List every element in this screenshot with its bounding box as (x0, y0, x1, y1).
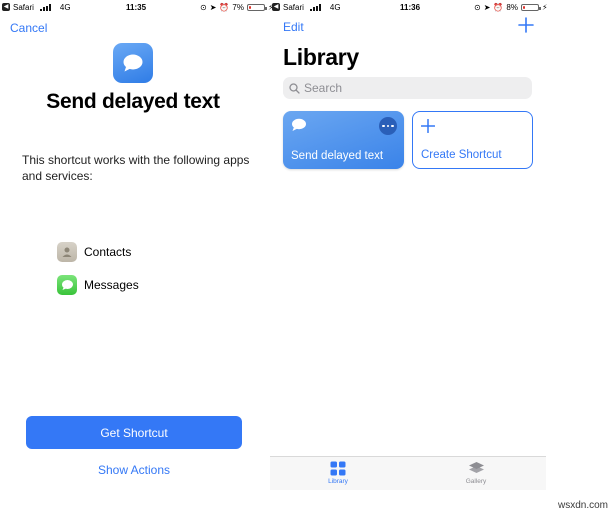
message-bubble-icon (123, 54, 143, 72)
search-icon (289, 82, 300, 94)
watermark: wsxdn.com (557, 500, 608, 511)
service-label: Contacts (84, 245, 132, 259)
status-time: 11:35 (126, 2, 147, 12)
tab-label: Library (328, 478, 348, 485)
alarm-icon: ⏰ (493, 2, 504, 12)
shortcut-card-label: Send delayed text (291, 150, 384, 162)
search-input[interactable]: Search (283, 77, 532, 99)
cancel-button[interactable]: Cancel (10, 21, 47, 35)
add-shortcut-plus-icon[interactable] (518, 17, 534, 33)
battery-percent: 7% (232, 2, 244, 12)
rotation-lock-icon: ⊙ (200, 2, 207, 12)
messages-icon (57, 275, 77, 295)
tab-library[interactable]: Library (308, 461, 368, 485)
shortcut-card-send-delayed-text[interactable]: Send delayed text (283, 111, 404, 169)
message-bubble-icon (292, 118, 306, 131)
signal-icon (39, 3, 51, 11)
tab-gallery[interactable]: Gallery (446, 461, 506, 485)
battery-icon (520, 3, 541, 11)
shortcut-icon (113, 43, 153, 83)
battery-percent: 8% (506, 2, 518, 12)
carrier-label: Safari (13, 2, 34, 12)
get-shortcut-button[interactable]: Get Shortcut (26, 416, 242, 449)
signal-icon (309, 3, 321, 11)
library-grid-icon (330, 461, 346, 476)
search-placeholder: Search (304, 81, 343, 95)
tab-bar: Library Gallery (270, 456, 546, 490)
more-options-button[interactable] (379, 117, 397, 135)
tab-label: Gallery (465, 478, 487, 485)
create-shortcut-card[interactable]: Create Shortcut (412, 111, 533, 169)
location-icon: ➤ (483, 2, 491, 12)
back-to-app-icon[interactable]: ◀ (272, 3, 280, 11)
service-label: Messages (84, 278, 139, 292)
plus-icon (421, 119, 435, 133)
edit-button[interactable]: Edit (283, 20, 304, 34)
battery-fill (522, 5, 525, 9)
service-item-contacts: Contacts (57, 242, 131, 262)
library-screen: ◀ Safari 4G 11:36 ⊙ ➤ ⏰ 8% ⚡ Edit Librar… (270, 0, 548, 490)
rotation-lock-icon: ⊙ (474, 2, 481, 12)
page-title: Library (283, 44, 359, 70)
shortcut-detail-screen: ◀ Safari 4G 11:35 ⊙ ➤ ⏰ 7% ⚡ Cancel Send… (0, 0, 274, 480)
network-label: 4G (329, 2, 341, 12)
show-actions-link[interactable]: Show Actions (0, 463, 268, 477)
back-to-app-icon[interactable]: ◀ (2, 3, 10, 11)
network-label: 4G (59, 2, 71, 12)
location-icon: ➤ (209, 2, 217, 12)
create-shortcut-label: Create Shortcut (421, 149, 502, 161)
status-bar: ◀ Safari 4G 11:35 ⊙ ➤ ⏰ 7% ⚡ (2, 0, 274, 14)
service-item-messages: Messages (57, 275, 139, 295)
charging-icon: ⚡ (541, 2, 548, 12)
carrier-label: Safari (283, 2, 304, 12)
alarm-icon: ⏰ (219, 2, 230, 12)
status-bar: ◀ Safari 4G 11:36 ⊙ ➤ ⏰ 8% ⚡ (272, 0, 548, 14)
battery-icon (246, 3, 267, 11)
shortcut-title: Send delayed text (46, 90, 220, 113)
gallery-layers-icon (468, 462, 484, 473)
status-time: 11:36 (400, 2, 421, 12)
battery-fill (248, 5, 251, 9)
contacts-icon (57, 242, 77, 262)
services-description: This shortcut works with the following a… (22, 153, 250, 183)
